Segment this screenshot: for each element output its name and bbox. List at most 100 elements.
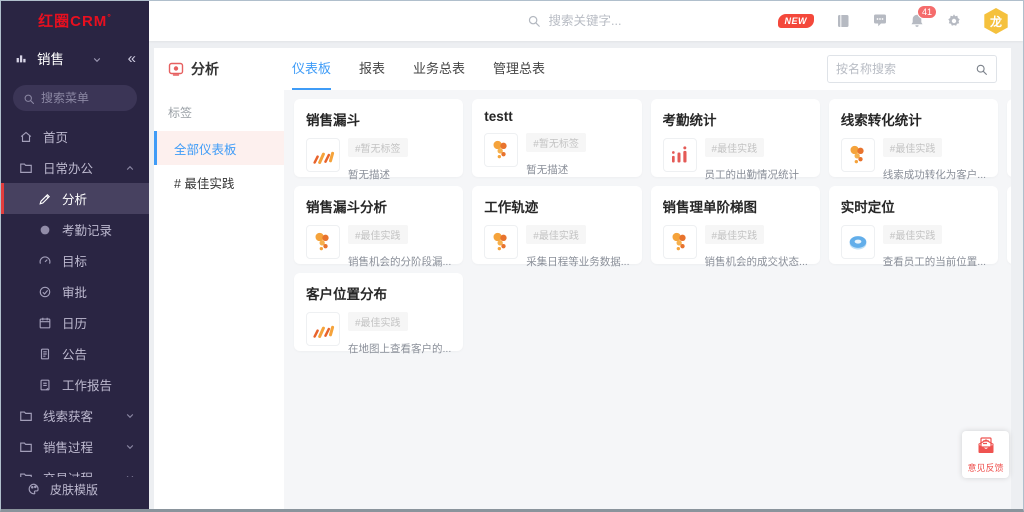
sidebar-item-daily-office[interactable]: 日常办公 (1, 152, 149, 183)
card-title: 工作轨迹 (484, 196, 629, 216)
panel-body: 标签 全部仪表板# 最佳实践 销售漏斗#暂无标签暂无描述 testt #暂无标签暂无… (154, 90, 1011, 509)
folder-icon (19, 409, 33, 423)
tags-panel: 标签 全部仪表板# 最佳实践 (154, 90, 284, 509)
gear-icon[interactable] (946, 13, 962, 29)
main-area: NEW 41 龙 分析 仪表板报表业务总表管理总表 (149, 1, 1023, 509)
card-work-trajectory[interactable]: 工作轨迹#最佳实践采集日程等业务数据... (472, 186, 641, 264)
card-work-report-stats[interactable]: 工作报告统计#最佳实践员工的日报、周报和... (1007, 186, 1011, 264)
new-badge[interactable]: NEW (778, 14, 815, 28)
sidebar-item-attendance-record[interactable]: 考勤记录 (1, 214, 149, 245)
bar-chart-icon (14, 51, 28, 65)
app-window: 红圈CRM° 销售 « 首页日常办公分析考勤记录目标审批日历公告工作报告线索获客… (0, 0, 1024, 512)
card-title: 客户位置分布 (306, 283, 451, 303)
sidebar-item-target[interactable]: 目标 (1, 245, 149, 276)
workspace-selector[interactable]: 销售 « (1, 39, 149, 77)
sidebar-item-label: 考勤记录 (62, 220, 112, 239)
collapse-sidebar-icon[interactable]: « (128, 50, 136, 67)
tabs: 仪表板报表业务总表管理总表 (292, 48, 545, 90)
card-sales-funnel[interactable]: 销售漏斗#暂无标签暂无描述 (294, 99, 463, 177)
sidebar-item-skin-template[interactable]: 皮肤模版 (1, 477, 149, 501)
sidebar-item-work-report[interactable]: 工作报告 (1, 369, 149, 400)
card-tag-chip: #最佳实践 (526, 225, 586, 244)
notebook-icon[interactable] (835, 13, 851, 29)
name-search[interactable] (827, 55, 997, 83)
sidebar-item-label: 交易过程 (43, 468, 93, 477)
card-attendance-stats[interactable]: 考勤统计#最佳实践员工的出勤情况统计 (651, 99, 820, 177)
card-sales-funnel-analysis[interactable]: 销售漏斗分析#最佳实践销售机会的分阶段漏... (294, 186, 463, 264)
notice-icon (38, 347, 52, 361)
card-lead-conversion-stats[interactable]: 线索转化统计#最佳实践线索成功转化为客户... (829, 99, 998, 177)
tab-dashboard[interactable]: 仪表板 (292, 48, 331, 90)
card-tag-chip: #暂无标签 (526, 133, 586, 152)
card-goal-completion-stats[interactable]: 目标完成统计#最佳实践员工、部门或其他业... (1007, 99, 1011, 177)
sidebar-item-label: 公告 (62, 344, 87, 363)
search-icon[interactable] (975, 63, 988, 76)
global-search-input[interactable] (549, 14, 709, 28)
card-sales-order-ladder[interactable]: 销售理单阶梯图#最佳实践销售机会的成交状态... (651, 186, 820, 264)
global-search[interactable] (527, 14, 732, 28)
sidebar-item-home[interactable]: 首页 (1, 121, 149, 152)
monitor-icon (168, 61, 184, 77)
sidebar-item-deal-process[interactable]: 交易过程 (1, 462, 149, 477)
sidebar-item-label: 日常办公 (43, 158, 93, 177)
sidebar-item-calendar[interactable]: 日历 (1, 307, 149, 338)
feedback-label: 意见反馈 (967, 461, 1003, 474)
sidebar-item-approval[interactable]: 审批 (1, 276, 149, 307)
feedback-button[interactable]: 意见反馈 (962, 431, 1009, 478)
name-search-input[interactable] (836, 62, 975, 76)
home-icon (19, 130, 33, 144)
envelope-icon (976, 435, 996, 460)
search-icon (527, 14, 541, 28)
notification-count-badge: 41 (917, 5, 937, 19)
workspace-label: 销售 (37, 48, 64, 68)
card-title: 销售漏斗 (306, 109, 451, 129)
sidebar-item-leads[interactable]: 线索获客 (1, 400, 149, 431)
orange-chart-icon (306, 138, 340, 172)
sidebar-item-announcement[interactable]: 公告 (1, 338, 149, 369)
gauge-icon (38, 254, 52, 268)
sidebar-search-input[interactable] (41, 91, 131, 105)
report-icon (38, 378, 52, 392)
card-realtime-location[interactable]: 实时定位#最佳实践查看员工的当前位置... (829, 186, 998, 264)
card-description: 暂无描述 (526, 162, 629, 177)
folder-icon (19, 440, 33, 454)
card-title: 销售理单阶梯图 (663, 196, 808, 216)
card-tag-chip: #最佳实践 (883, 138, 943, 157)
tab-management-summary[interactable]: 管理总表 (493, 48, 545, 90)
sidebar-item-label: 分析 (62, 189, 87, 208)
card-description: 员工的出勤情况统计 (705, 167, 808, 182)
tag-item-all-dashboards[interactable]: 全部仪表板 (154, 131, 284, 165)
page-title-group: 分析 (154, 59, 292, 79)
card-title: 线索转化统计 (841, 109, 986, 129)
chevron-up-icon (125, 163, 135, 173)
sidebar-item-sales-process[interactable]: 销售过程 (1, 431, 149, 462)
edit-icon (38, 192, 52, 206)
calendar-icon (38, 316, 52, 330)
sidebar-item-label: 日历 (62, 313, 87, 332)
tab-report[interactable]: 报表 (359, 48, 385, 90)
sidebar-search[interactable] (13, 85, 137, 111)
card-customer-location[interactable]: 客户位置分布#最佳实践在地图上查看客户的... (294, 273, 463, 351)
avatar[interactable]: 龙 (983, 8, 1009, 34)
tag-item-best-practice[interactable]: # 最佳实践 (154, 165, 284, 199)
approve-icon (38, 285, 52, 299)
card-title: 实时定位 (841, 196, 986, 216)
sidebar: 红圈CRM° 销售 « 首页日常办公分析考勤记录目标审批日历公告工作报告线索获客… (1, 1, 149, 509)
folder-icon (19, 161, 33, 175)
card-tag-chip: #最佳实践 (705, 138, 765, 157)
page-title: 分析 (191, 59, 219, 79)
card-title: testt (484, 109, 629, 124)
orange-chart-icon (306, 312, 340, 346)
search-icon (23, 92, 35, 104)
sidebar-nav: 首页日常办公分析考勤记录目标审批日历公告工作报告线索获客销售过程交易过程 (1, 119, 149, 477)
bell-icon[interactable]: 41 (909, 13, 925, 29)
blue-donut-icon (841, 225, 875, 259)
sidebar-item-label: 目标 (62, 251, 87, 270)
tab-business-summary[interactable]: 业务总表 (413, 48, 465, 90)
sidebar-item-analysis[interactable]: 分析 (1, 183, 149, 214)
cards-grid: 销售漏斗#暂无标签暂无描述 testt #暂无标签暂无描述 考勤统计#最佳实践员工的出… (284, 90, 1011, 509)
card-tag-chip: #最佳实践 (883, 225, 943, 244)
card-testt[interactable]: testt #暂无标签暂无描述 (472, 99, 641, 177)
chat-icon[interactable] (872, 13, 888, 29)
chevron-down-icon (125, 442, 135, 452)
